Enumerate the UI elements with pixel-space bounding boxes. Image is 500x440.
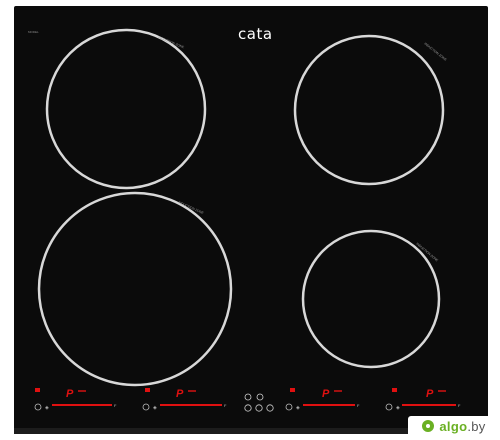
induction-hob: MODEL INDUCTION ZONE INDUCTION ZONE INDU…: [14, 6, 488, 434]
power-slider[interactable]: [52, 404, 112, 406]
boost-symbol[interactable]: P: [322, 388, 330, 400]
minus-plus-icon[interactable]: ◈: [153, 405, 157, 411]
power-slider[interactable]: [160, 404, 222, 406]
watermark-logo-icon: [422, 420, 435, 432]
minus-plus-icon[interactable]: ◈: [396, 405, 400, 411]
indicator-dots: [78, 390, 86, 392]
indicator-dots: [334, 390, 342, 392]
model-mark: MODEL: [28, 30, 39, 34]
watermark-suffix: .by: [467, 418, 486, 434]
watermark-name: algo: [439, 418, 468, 434]
timer-display: [290, 388, 295, 392]
indicator-dots: [438, 390, 446, 392]
indicator-dots: [188, 390, 196, 392]
brand-name: cata: [238, 25, 273, 43]
timer-display: [392, 388, 397, 392]
minus-plus-icon[interactable]: ◈: [296, 405, 300, 411]
brand-logo: cata: [238, 25, 273, 43]
boost-symbol[interactable]: P: [426, 388, 434, 400]
power-slider[interactable]: [402, 404, 456, 406]
timer-display: [145, 388, 150, 392]
timer-display: [35, 388, 40, 392]
boost-symbol[interactable]: P: [176, 388, 184, 400]
watermark-text: algo.by: [439, 419, 485, 434]
power-slider[interactable]: [303, 404, 355, 406]
boost-symbol[interactable]: P: [66, 388, 74, 400]
minus-plus-icon[interactable]: ◈: [45, 405, 49, 411]
watermark-badge: algo.by: [408, 416, 500, 436]
